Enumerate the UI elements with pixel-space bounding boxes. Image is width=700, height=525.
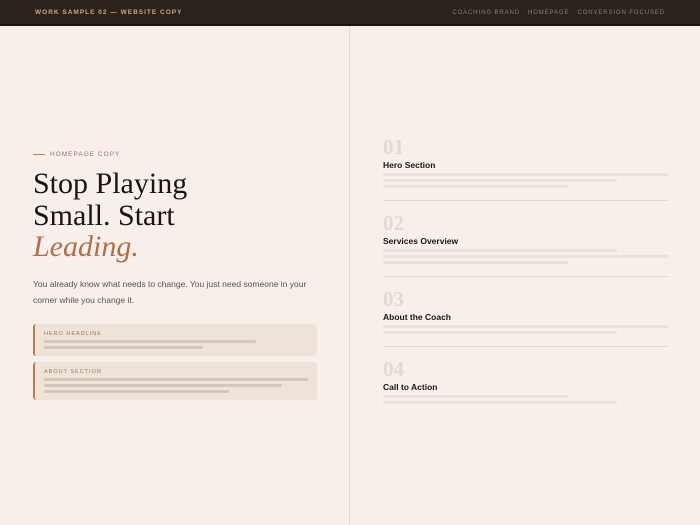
card-about-section: ABOUT SECTION [33,362,317,400]
placeholder-line [44,390,229,393]
card-hero-headline: HERO HEADLINE [33,324,317,356]
section-divider [383,200,668,201]
placeholder-line [383,255,668,258]
section-title: Call to Action [383,382,438,392]
section-divider [383,346,668,347]
hero-intro: You already know what needs to change. Y… [33,279,307,305]
section-number: 02 [383,211,404,235]
headline-accent: Leading. [33,230,139,263]
eyebrow-label: HOMEPAGE COPY [50,151,121,158]
placeholder-line [383,331,617,334]
section-title: Services Overview [383,236,459,246]
placeholder-line [383,185,568,188]
panel-divider [349,26,350,525]
placeholder-line [44,384,282,387]
placeholder-line [383,179,617,182]
placeholder-line [383,249,617,252]
placeholder-line [383,261,568,264]
placeholder-line [383,395,568,398]
placeholder-line [383,325,668,328]
hero-headline: Stop Playing Small. Start Leading. [33,168,333,263]
eyebrow-rule [33,154,45,155]
placeholder-line [44,346,203,349]
eyebrow: HOMEPAGE COPY [33,151,120,158]
placeholder-line [383,173,668,176]
section-title: About the Coach [383,312,451,322]
section-number: 04 [383,357,404,381]
section-number: 03 [383,287,404,311]
card-label: ABOUT SECTION [44,369,102,375]
section-title: Hero Section [383,160,436,170]
top-bar: WORK SAMPLE 02 — WEBSITE COPY COACHING B… [0,0,700,26]
headline-line-2: Small. Start [33,198,175,232]
placeholder-line [44,378,308,381]
placeholder-line [44,340,256,343]
section-number: 01 [383,135,404,159]
section-divider [383,276,668,277]
card-label: HERO HEADLINE [44,331,102,337]
headline-line-1: Stop Playing [33,167,188,200]
project-tags: COACHING BRAND · HOMEPAGE · CONVERSION F… [452,9,665,16]
placeholder-line [383,401,617,404]
work-sample-label: WORK SAMPLE 02 — WEBSITE COPY [35,9,183,16]
